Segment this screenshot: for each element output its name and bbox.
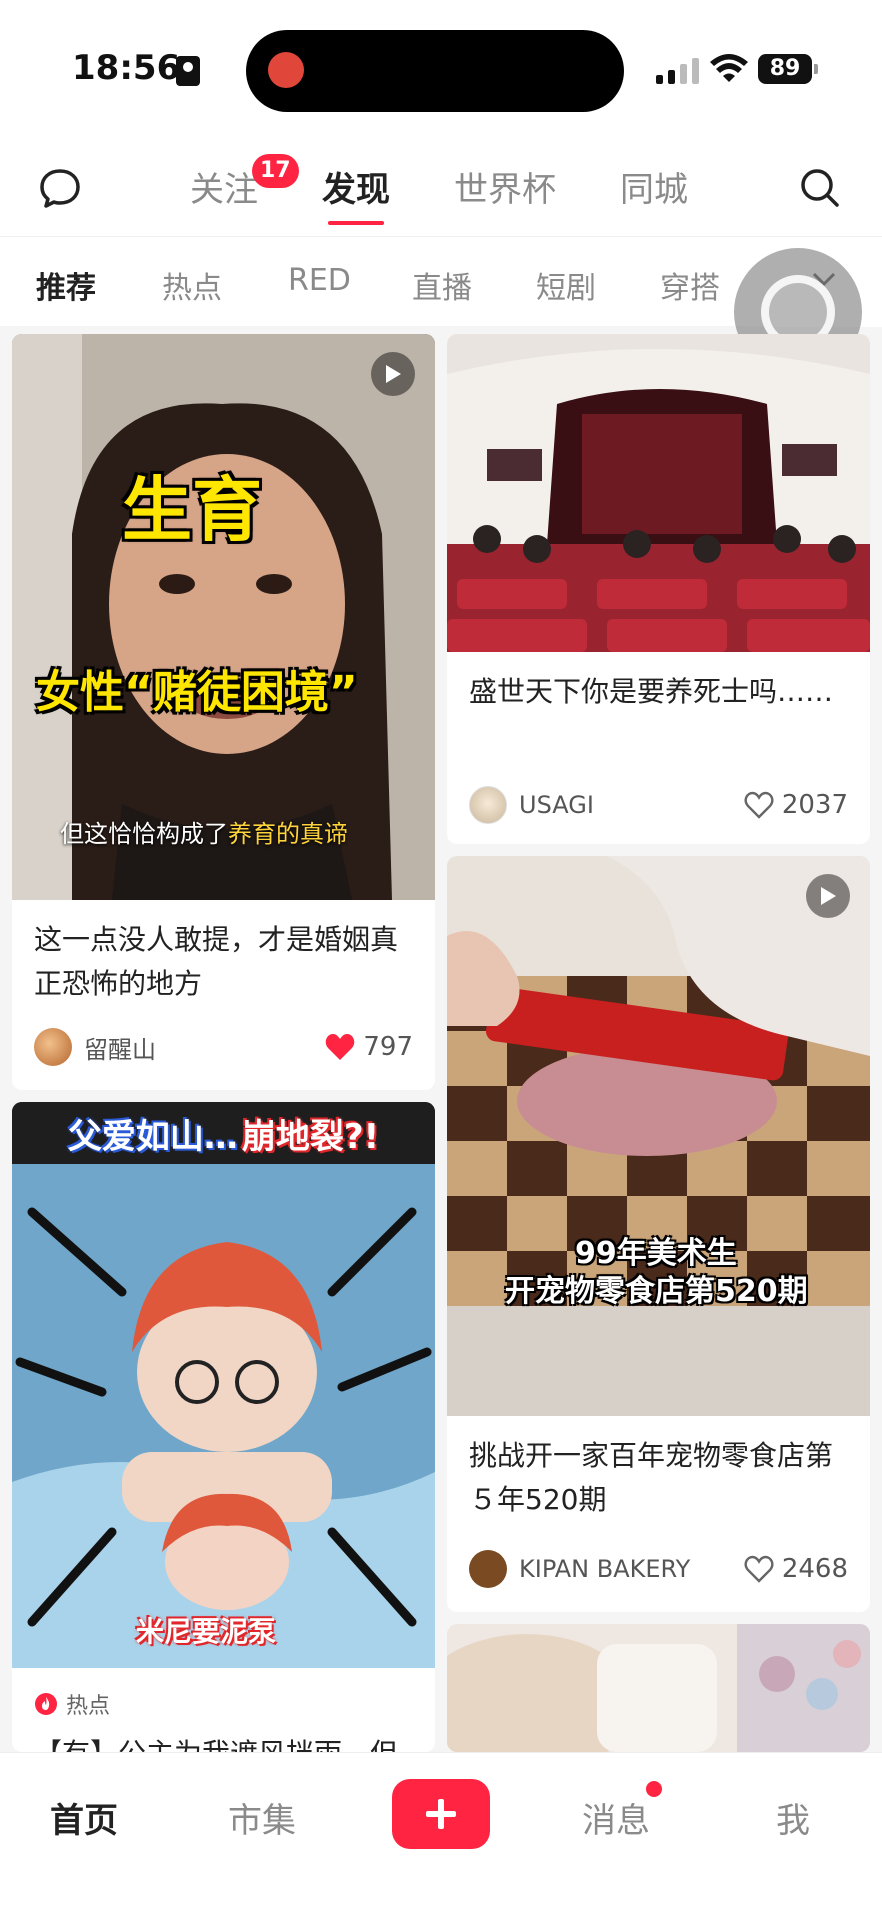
- chat-bubble-icon[interactable]: [30, 158, 90, 218]
- message-notification-dot: [646, 1781, 662, 1797]
- cartoon-banner: 父爱如山… 崩地裂?!: [12, 1102, 435, 1164]
- like-count: 2468: [781, 1554, 848, 1584]
- play-icon: [806, 874, 850, 918]
- tab-messages[interactable]: 消息: [582, 1793, 650, 1842]
- cellular-signal-icon: [656, 58, 699, 84]
- card-video-thumbnail: 生育 女性“赌徒困境” 但这恰恰构成了养育的真谛: [12, 334, 435, 900]
- tab-world-cup[interactable]: 世界杯: [454, 162, 556, 211]
- play-icon: [371, 352, 415, 396]
- avatar: [34, 1028, 72, 1066]
- like-count: 797: [363, 1032, 413, 1062]
- author[interactable]: KIPAN BAKERY: [469, 1550, 690, 1588]
- heart-icon: [326, 1034, 355, 1060]
- card-cartoon-thumbnail: 父爱如山… 崩地裂?! 米尼要泥泵: [12, 1102, 435, 1668]
- hot-tag-label: 热点: [66, 1694, 111, 1719]
- dynamic-island: [246, 30, 624, 112]
- card-meta: 留醒山 797: [34, 1028, 413, 1066]
- overlay-caption: 但这恰恰构成了养育的真谛: [60, 820, 348, 848]
- overlay-subtitle: 女性“赌徒困境”: [36, 667, 358, 718]
- card-title: 盛世天下你是要养死士吗……: [469, 675, 834, 708]
- theater-illustration: [447, 334, 870, 652]
- top-nav: 关注 17 发现 世界杯 同城: [0, 140, 882, 236]
- feed-card[interactable]: 盛世天下你是要养死士吗…… USAGI 2037: [447, 334, 870, 844]
- card-image-theater: [447, 334, 870, 652]
- author[interactable]: 留醒山: [34, 1028, 156, 1066]
- category-hot[interactable]: 热点: [162, 263, 222, 307]
- card-video-thumbnail: 99年美术生 开宠物零食店第520期: [447, 856, 870, 1416]
- bottom-tab-bar: 首页 市集 消息 我: [0, 1752, 882, 1920]
- heart-icon: [744, 791, 774, 819]
- card-title: 这一点没人敢提，才是婚姻真正恐怖的地方: [34, 923, 399, 1000]
- tab-local[interactable]: 同城: [620, 162, 688, 211]
- author-name: KIPAN BAKERY: [519, 1555, 691, 1583]
- author[interactable]: USAGI: [469, 786, 594, 824]
- cartoon-caption: 米尼要泥泵: [136, 1615, 277, 1648]
- tab-market[interactable]: 市集: [228, 1793, 296, 1842]
- status-bar: 18:56 89: [0, 0, 882, 140]
- screen: 18:56 89 关注 17 发现 世界杯 同城 推荐 热点 RED 直播 短剧…: [0, 0, 882, 1920]
- card-image-partial: [447, 1624, 870, 1752]
- hot-tag[interactable]: 热点: [34, 1688, 110, 1720]
- like-button[interactable]: 2037: [744, 790, 848, 820]
- tab-discover[interactable]: 发现: [322, 162, 390, 225]
- status-time: 18:56: [72, 48, 181, 88]
- author-name: USAGI: [519, 791, 594, 819]
- category-live[interactable]: 直播: [412, 263, 472, 307]
- recording-dot-icon: [268, 52, 304, 88]
- category-recommend[interactable]: 推荐: [36, 263, 96, 307]
- add-post-button[interactable]: [392, 1779, 490, 1849]
- avatar: [469, 786, 507, 824]
- plus-icon: [426, 1799, 456, 1829]
- avatar: [469, 1550, 507, 1588]
- feed-card[interactable]: 99年美术生 开宠物零食店第520期 挑战开一家百年宠物零食店第５年520期 K…: [447, 856, 870, 1612]
- tab-me[interactable]: 我: [776, 1793, 810, 1842]
- card-title-partial: 【有】公主为我遮风挡雨，但: [34, 1732, 398, 1752]
- tab-home[interactable]: 首页: [50, 1793, 118, 1842]
- overlay-title: 生育: [122, 469, 262, 551]
- feed-card[interactable]: 父爱如山… 崩地裂?! 米尼要泥泵 热点 【有】公主为我遮风挡雨，但: [12, 1102, 435, 1752]
- fire-icon: [35, 1693, 57, 1715]
- like-button[interactable]: 2468: [744, 1554, 848, 1584]
- like-count: 2037: [781, 790, 848, 820]
- search-icon[interactable]: [790, 158, 850, 218]
- card-meta: KIPAN BAKERY 2468: [469, 1550, 848, 1588]
- like-button[interactable]: 797: [325, 1032, 413, 1062]
- tab-following[interactable]: 关注: [190, 162, 258, 211]
- cartoon-illustration: [12, 1102, 435, 1668]
- wifi-icon: [710, 54, 748, 82]
- card-meta: USAGI 2037: [469, 786, 848, 824]
- feed-card[interactable]: 生育 女性“赌徒困境” 但这恰恰构成了养育的真谛 这一点没人敢提，才是婚姻真正恐…: [12, 334, 435, 1090]
- id-card-icon: [176, 56, 200, 86]
- battery-indicator: 89: [758, 54, 818, 84]
- banner-text: 父爱如山…: [67, 1116, 238, 1157]
- author-name: 留醒山: [84, 1035, 156, 1064]
- overlay-line2: 开宠物零食店第520期: [505, 1274, 808, 1309]
- category-short-drama[interactable]: 短剧: [536, 263, 596, 307]
- banner-text-red: 崩地裂?!: [241, 1116, 380, 1157]
- feed-card[interactable]: [447, 1624, 870, 1752]
- heart-icon: [744, 1555, 774, 1583]
- cutting-board-illustration: [447, 856, 870, 1416]
- card-title: 挑战开一家百年宠物零食店第５年520期: [469, 1439, 834, 1516]
- following-badge: 17: [252, 154, 299, 188]
- category-red[interactable]: RED: [288, 263, 351, 298]
- category-outfit[interactable]: 穿搭: [660, 263, 720, 307]
